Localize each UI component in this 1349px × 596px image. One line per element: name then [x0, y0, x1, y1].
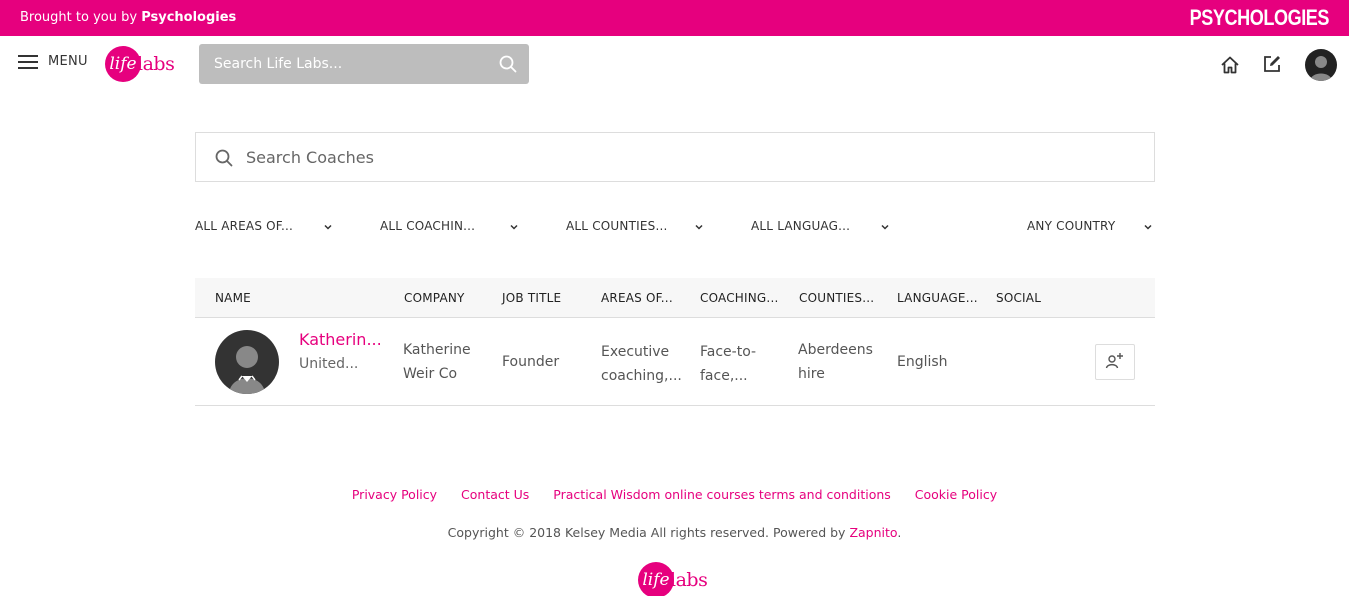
column-header-company[interactable]: COMPANY: [404, 291, 465, 305]
global-search-box: [199, 44, 529, 84]
copyright-suffix: .: [897, 525, 902, 540]
table-header: NAME COMPANY JOB TITLE AREAS OF... COACH…: [195, 278, 1155, 318]
counties-cell: Aberdeens hire: [798, 338, 873, 386]
chevron-down-icon: [1143, 221, 1153, 235]
coach-search-input[interactable]: [246, 133, 1136, 181]
lifelabs-logo[interactable]: life labs: [105, 46, 175, 82]
cookie-policy-link[interactable]: Cookie Policy: [915, 487, 997, 502]
brought-brand[interactable]: Psychologies: [141, 10, 236, 25]
logo-life: life: [105, 46, 141, 82]
column-header-job-title[interactable]: JOB TITLE: [502, 291, 561, 305]
coach-search-box: [195, 132, 1155, 182]
language-cell: English: [897, 354, 948, 370]
areas-line: Executive: [601, 344, 670, 360]
chevron-down-icon: [323, 221, 333, 235]
add-user-icon: [1105, 351, 1125, 373]
user-avatar[interactable]: [1305, 49, 1337, 81]
coach-name-link[interactable]: Katherin...: [299, 330, 382, 349]
logo-labs: labs: [137, 53, 175, 75]
footer-links: Privacy Policy Contact Us Practical Wisd…: [0, 487, 1349, 502]
search-icon: [215, 149, 233, 171]
job-title-cell: Founder: [502, 354, 560, 370]
coach-country: United...: [299, 356, 359, 372]
filter-coaching-label: ALL COACHIN...: [380, 219, 476, 233]
areas-line: coaching,...: [601, 368, 682, 384]
filter-areas[interactable]: ALL AREAS OF...: [195, 219, 335, 233]
chevron-down-icon: [880, 221, 890, 235]
privacy-policy-link[interactable]: Privacy Policy: [352, 487, 437, 502]
chevron-down-icon: [509, 221, 519, 235]
logo-life: life: [638, 562, 674, 596]
coaching-line: Face-to-: [700, 344, 757, 360]
counties-line: hire: [798, 366, 825, 382]
coaching-cell: Face-to- face,...: [700, 340, 756, 388]
follow-coach-button[interactable]: [1095, 344, 1135, 380]
filter-country-label: ANY COUNTRY: [1027, 219, 1116, 233]
coaching-line: face,...: [700, 368, 748, 384]
menu-label: MENU: [48, 54, 88, 69]
company-line: Katherine: [403, 342, 471, 358]
column-header-areas[interactable]: AREAS OF...: [601, 291, 673, 305]
filter-country[interactable]: ANY COUNTRY: [1027, 219, 1155, 233]
column-header-language[interactable]: LANGUAGE...: [897, 291, 978, 305]
contact-us-link[interactable]: Contact Us: [461, 487, 529, 502]
coach-avatar[interactable]: [215, 330, 279, 394]
counties-line: Aberdeens: [798, 342, 873, 358]
brought-to-you-text: Brought to you by Psychologies: [20, 10, 236, 25]
copyright-text: Copyright © 2018 Kelsey Media All rights…: [0, 525, 1349, 540]
home-icon[interactable]: [1220, 55, 1240, 79]
psychologies-logo[interactable]: PSYCHOLOGIES: [1190, 5, 1330, 31]
menu-icon: [18, 54, 38, 69]
copyright-prefix: Copyright © 2018 Kelsey Media All rights…: [447, 525, 846, 540]
logo-labs: labs: [670, 569, 708, 591]
menu-button[interactable]: MENU: [18, 54, 88, 69]
filter-coaching[interactable]: ALL COACHIN...: [380, 219, 520, 233]
column-header-coaching[interactable]: COACHING...: [700, 291, 778, 305]
column-header-counties[interactable]: COUNTIES...: [799, 291, 874, 305]
zapnito-link[interactable]: Zapnito: [849, 525, 897, 540]
column-header-social: SOCIAL: [996, 291, 1042, 305]
filter-areas-label: ALL AREAS OF...: [195, 219, 294, 233]
areas-cell: Executive coaching,...: [601, 340, 682, 388]
filter-languages-label: ALL LANGUAG...: [751, 219, 851, 233]
company-cell: Katherine Weir Co: [403, 338, 471, 386]
global-search-input[interactable]: [199, 44, 489, 84]
site-header: MENU life labs: [0, 36, 1349, 92]
edit-icon[interactable]: [1262, 54, 1282, 78]
brought-prefix: Brought to you by: [20, 10, 138, 25]
company-line: Weir Co: [403, 366, 458, 382]
footer-lifelabs-logo[interactable]: life labs: [638, 562, 708, 596]
chevron-down-icon: [694, 221, 704, 235]
top-banner: Brought to you by Psychologies PSYCHOLOG…: [0, 0, 1349, 36]
column-header-name[interactable]: NAME: [215, 291, 251, 305]
search-icon[interactable]: [499, 55, 517, 77]
filter-languages[interactable]: ALL LANGUAG...: [751, 219, 893, 233]
table-row[interactable]: Katherin... United... Katherine Weir Co …: [195, 318, 1155, 406]
terms-link[interactable]: Practical Wisdom online courses terms an…: [553, 487, 891, 502]
filter-counties-label: ALL COUNTIES...: [566, 219, 668, 233]
filter-counties[interactable]: ALL COUNTIES...: [566, 219, 706, 233]
